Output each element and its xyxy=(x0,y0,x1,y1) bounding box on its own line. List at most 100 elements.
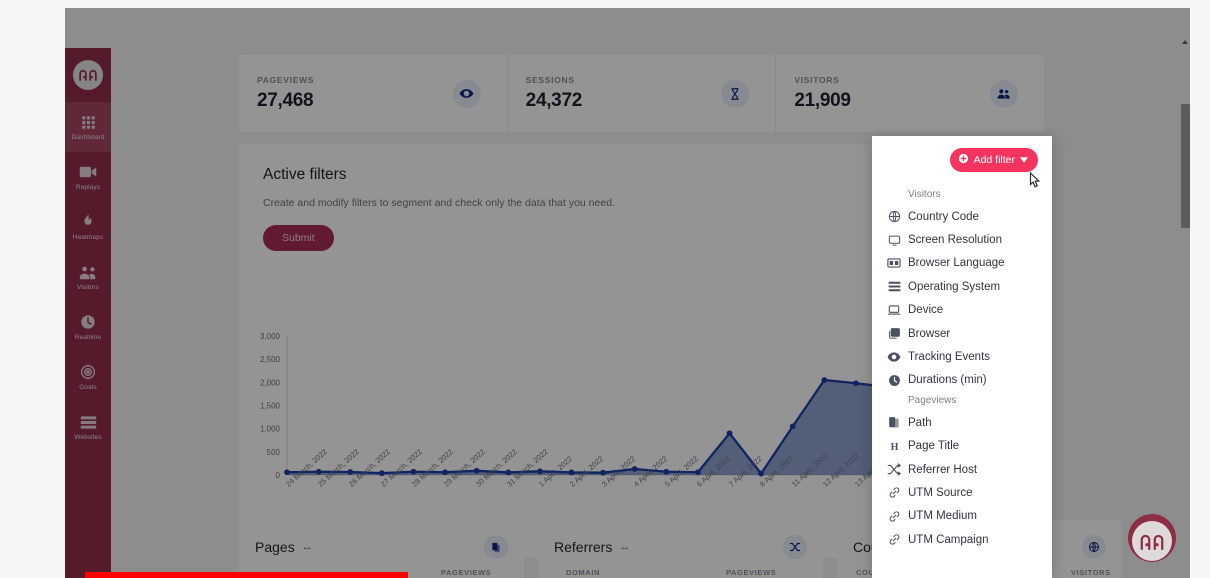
stat-card-pageviews: PAGEVIEWS 27,468 xyxy=(239,55,508,132)
clock-icon xyxy=(80,313,96,331)
mascot-logo[interactable] xyxy=(65,48,111,102)
filter-option-label: UTM Medium xyxy=(908,510,978,523)
sidebar-item-label: Goals xyxy=(79,384,97,391)
sidebar-item-label: Websites xyxy=(74,434,102,441)
filter-option-device[interactable]: Device xyxy=(872,299,1052,322)
sidebar-item-label: Dashboard xyxy=(71,134,105,141)
filter-option-label: Device xyxy=(908,304,944,317)
svg-text:1,500: 1,500 xyxy=(260,402,281,411)
sidebar-item-visitors[interactable]: Visitors xyxy=(65,252,111,302)
filter-option-page-title[interactable]: H Page Title xyxy=(872,435,1052,458)
svg-text:2,000: 2,000 xyxy=(260,378,281,387)
filter-option-utm-source[interactable]: UTM Source xyxy=(872,481,1052,504)
stat-card-sessions: SESSIONS 24,372 xyxy=(508,55,777,132)
filter-option-label: Screen Resolution xyxy=(908,234,1002,247)
sidebar-item-label: Heatmaps xyxy=(72,234,104,241)
filter-option-durations-min[interactable]: Durations (min) xyxy=(872,369,1052,392)
filter-option-operating-system[interactable]: Operating System xyxy=(872,275,1052,298)
stack-icon xyxy=(887,280,901,294)
filter-option-utm-medium[interactable]: UTM Medium xyxy=(872,505,1052,528)
link-icon xyxy=(887,533,901,547)
sidebar-item-label: Replays xyxy=(75,184,101,191)
eye-icon xyxy=(452,79,481,108)
link-icon xyxy=(887,509,901,523)
scrollbar-thumb[interactable] xyxy=(1181,104,1190,228)
filter-option-label: Operating System xyxy=(908,280,1001,293)
sidebar-item-heatmaps[interactable]: Heatmaps xyxy=(65,202,111,252)
page-vertical-scrollbar[interactable] xyxy=(1181,40,1190,570)
stat-label: PAGEVIEWS xyxy=(257,75,315,85)
language-icon xyxy=(887,256,901,270)
filter-options-list: Visitors Country Code Screen Resolution Bro… xyxy=(872,186,1052,551)
filter-option-referrer-host[interactable]: Referrer Host xyxy=(872,458,1052,481)
add-filter-dropdown: Add filter Visitors Country Code Screen Re… xyxy=(872,136,1052,578)
sidebar-item-goals[interactable]: Goals xyxy=(65,352,111,402)
support-chat-widget[interactable] xyxy=(1128,514,1176,562)
shuffle-icon xyxy=(887,463,901,477)
mascot-icon xyxy=(1132,521,1172,561)
flame-icon xyxy=(82,213,94,231)
filter-option-label: UTM Source xyxy=(908,486,973,499)
sidebar-item-label: Realtime xyxy=(74,334,102,341)
add-filter-label: Add filter xyxy=(973,154,1015,166)
chevron-down-icon xyxy=(1020,154,1028,166)
svg-text:500: 500 xyxy=(267,448,281,457)
shuffle-icon[interactable] xyxy=(783,535,807,559)
window-icon xyxy=(887,327,901,341)
sidebar-item-websites[interactable]: Websites xyxy=(65,402,111,452)
filter-option-browser[interactable]: Browser xyxy=(872,322,1052,345)
stat-label: SESSIONS xyxy=(525,75,575,85)
people-icon xyxy=(990,79,1019,108)
heading-icon: H xyxy=(887,439,901,453)
people-icon xyxy=(79,263,98,281)
svg-text:H: H xyxy=(890,442,898,453)
svg-text:1,000: 1,000 xyxy=(260,425,281,434)
stat-label: VISITORS xyxy=(794,75,840,85)
column-header: PAGEVIEWS xyxy=(726,568,777,577)
filter-option-browser-language[interactable]: Browser Language xyxy=(872,252,1052,275)
submit-button[interactable]: Submit xyxy=(263,225,334,251)
globe-icon xyxy=(887,210,901,224)
left-sidebar: Dashboard Replays Heatmaps Visitors Real… xyxy=(65,48,111,578)
svg-text:3,000: 3,000 xyxy=(260,332,281,341)
widget-title-label: Referrers xyxy=(554,539,613,555)
copy-icon[interactable] xyxy=(484,535,508,559)
filter-option-label: Path xyxy=(908,416,932,429)
filter-option-label: Browser xyxy=(908,327,951,340)
sidebar-item-dashboard[interactable]: Dashboard xyxy=(65,102,111,152)
mouse-cursor xyxy=(1024,171,1041,198)
filter-option-label: Tracking Events xyxy=(908,351,991,364)
scroll-up-arrow-icon[interactable] xyxy=(1182,40,1188,44)
filter-option-label: Browser Language xyxy=(908,257,1005,270)
page-loading-bar xyxy=(85,572,408,578)
link-icon xyxy=(887,486,901,500)
sidebar-item-realtime[interactable]: Realtime xyxy=(65,302,111,352)
filter-option-label: Durations (min) xyxy=(908,374,987,387)
filter-option-label: UTM Campaign xyxy=(908,533,989,546)
filter-option-country-code[interactable]: Country Code xyxy=(872,205,1052,228)
eye-icon xyxy=(887,350,901,364)
filter-option-utm-campaign[interactable]: UTM Campaign xyxy=(872,528,1052,551)
filter-option-screen-resolution[interactable]: Screen Resolution xyxy=(872,228,1052,251)
add-filter-button[interactable]: Add filter xyxy=(949,148,1038,172)
stat-value: 27,468 xyxy=(257,90,314,111)
sidebar-item-replays[interactable]: Replays xyxy=(65,152,111,202)
sidebar-item-label: Visitors xyxy=(77,284,99,291)
file-icon xyxy=(887,416,901,430)
globe-icon[interactable] xyxy=(1082,535,1106,559)
hourglass-icon xyxy=(721,79,750,108)
filter-option-path[interactable]: Path xyxy=(872,411,1052,434)
monitor-icon xyxy=(887,233,901,247)
plus-circle-icon xyxy=(958,153,969,167)
filter-option-tracking-events[interactable]: Tracking Events xyxy=(872,345,1052,368)
mascot-icon xyxy=(73,60,103,90)
widget-title-label: Pages xyxy=(255,539,295,555)
server-icon xyxy=(80,413,97,431)
swap-icon[interactable]: ↔ xyxy=(619,541,630,553)
column-header: VISITORS xyxy=(1071,568,1111,577)
swap-icon[interactable]: ↔ xyxy=(302,541,313,553)
stat-value: 21,909 xyxy=(794,90,851,111)
video-camera-icon xyxy=(79,163,97,181)
filter-option-label: Page Title xyxy=(908,440,960,453)
stat-card-visitors: VISITORS 21,909 xyxy=(776,55,1044,132)
